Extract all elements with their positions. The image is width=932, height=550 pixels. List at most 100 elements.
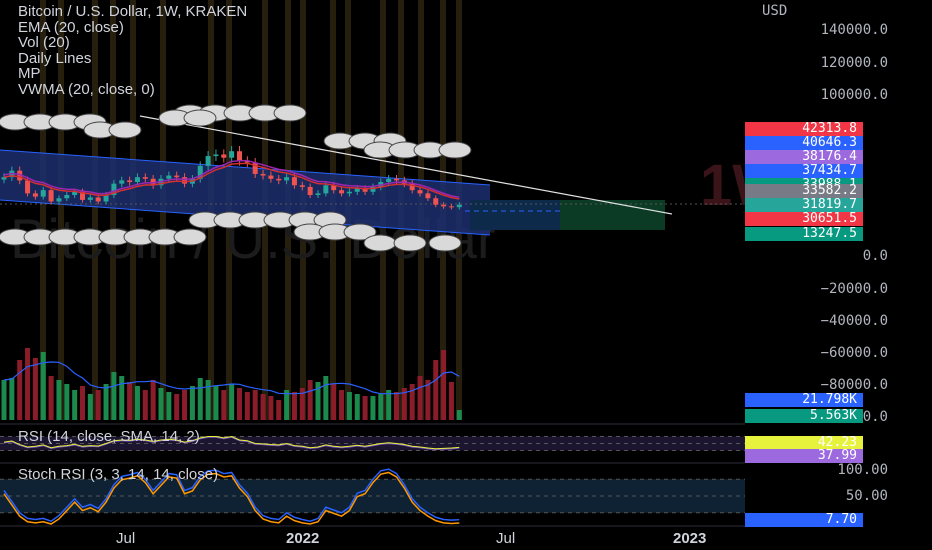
x-tick: Jul: [116, 530, 136, 547]
price-badge: 37434.7: [745, 164, 863, 178]
price-badge: 13247.5: [745, 227, 863, 241]
volume-bar: [346, 392, 352, 420]
candle-body: [268, 175, 274, 179]
legend-ema[interactable]: EMA (20, close): [18, 19, 247, 36]
volume-bar: [9, 378, 15, 420]
rsi-badge: 37.99: [745, 449, 863, 463]
candle-body: [205, 156, 211, 166]
volume-bar: [339, 390, 345, 420]
candle-body: [221, 154, 227, 158]
candle-body: [307, 186, 313, 196]
volume-bar: [72, 390, 78, 420]
volume-bar: [378, 394, 384, 420]
candle-body: [394, 178, 399, 181]
legend-mp[interactable]: MP: [18, 66, 247, 82]
stoch-tick: 100.00: [837, 462, 888, 478]
volume-bar: [17, 360, 23, 420]
stoch-rsi-label[interactable]: Stoch RSI (3, 3, 14, 14, close): [18, 466, 218, 483]
x-tick: Jul: [496, 530, 516, 547]
candle-body: [386, 178, 392, 183]
price-badge: 38176.4: [745, 150, 863, 164]
candle-body: [260, 173, 266, 176]
volume-bar: [127, 382, 133, 420]
price-tick: 140000.0: [820, 22, 888, 38]
volume-bar: [417, 376, 423, 420]
volume-bar: [150, 380, 156, 420]
candle-body: [40, 190, 46, 197]
candle-body: [213, 154, 219, 157]
candle-body: [119, 180, 125, 184]
price-tick: −40000.0: [820, 313, 888, 329]
candle-body: [291, 177, 297, 186]
price-tick: −60000.0: [820, 345, 888, 361]
price-badge: 31819.7: [745, 198, 863, 212]
volume-bar: [276, 400, 282, 420]
legend-vwma[interactable]: VWMA (20, close, 0): [18, 81, 247, 98]
candle-body: [276, 178, 282, 181]
candle-body: [354, 188, 360, 192]
volume-bar: [291, 392, 297, 420]
price-badge: 33582.2: [745, 184, 863, 198]
candle-body: [32, 193, 38, 197]
profile-bubble: [438, 141, 472, 159]
candle-body: [323, 185, 329, 194]
profile-bubble: [173, 228, 207, 246]
candle-body: [87, 197, 93, 200]
candle-body: [417, 190, 423, 194]
volume-badge: 21.798K: [745, 393, 863, 407]
profile-bubble: [183, 109, 217, 127]
volume-bar: [189, 386, 195, 420]
volume-bar: [354, 394, 360, 420]
volume-bar: [386, 390, 392, 420]
candle-body: [56, 198, 62, 202]
volume-bar: [103, 384, 109, 420]
profile-bubble: [393, 234, 427, 252]
price-tick: 100000.0: [820, 87, 888, 103]
volume-bar: [197, 378, 203, 420]
candle-body: [142, 177, 148, 179]
legend-daily-lines[interactable]: Daily Lines: [18, 50, 247, 67]
chart-window[interactable]: 1W Bitcoin / U.S. Dollar Bitcoin / U.S. …: [0, 0, 932, 550]
rsi-label[interactable]: RSI (14, close, SMA, 14, 2): [18, 428, 200, 445]
volume-bar: [80, 386, 85, 420]
candle-body: [182, 177, 188, 184]
volume-bar: [237, 388, 242, 420]
profile-bubble: [273, 104, 307, 122]
candle-body: [425, 193, 431, 199]
volume-bar: [174, 394, 180, 420]
candle-body: [284, 177, 290, 181]
volume-bar: [32, 358, 38, 420]
symbol-title[interactable]: Bitcoin / U.S. Dollar, 1W, KRAKEN: [18, 4, 247, 20]
candle-body: [448, 206, 454, 208]
profile-bubble: [363, 234, 397, 252]
volume-bar: [323, 376, 329, 420]
volume-bar: [87, 394, 93, 420]
legend-vol[interactable]: Vol (20): [18, 35, 247, 51]
volume-bar: [142, 390, 148, 420]
volume-bar: [448, 382, 454, 420]
chart-legend: Bitcoin / U.S. Dollar, 1W, KRAKEN EMA (2…: [18, 4, 247, 97]
volume-bar: [331, 384, 337, 420]
volume-bar: [1, 380, 7, 420]
candle-body: [346, 191, 352, 194]
candle-body: [166, 175, 172, 179]
volume-axis-tail: 0.0: [862, 409, 888, 425]
volume-bar: [166, 392, 172, 420]
candle-body: [237, 151, 242, 161]
volume-bar: [134, 386, 140, 420]
x-tick: 2023: [673, 530, 707, 547]
price-badge: 40646.3: [745, 136, 863, 150]
candle-body: [339, 190, 345, 194]
price-badge: 30651.5: [745, 212, 863, 226]
candle-body: [299, 185, 305, 187]
candle-body: [441, 204, 447, 207]
volume-bar: [25, 348, 31, 420]
volume-bar: [268, 396, 274, 420]
volume-bar: [213, 386, 219, 420]
volume-bar: [362, 396, 368, 420]
volume-bar: [221, 390, 227, 420]
volume-bar: [56, 380, 62, 420]
volume-bar: [119, 376, 125, 420]
volume-bar: [441, 350, 447, 420]
price-badge: 42313.8: [745, 122, 863, 136]
